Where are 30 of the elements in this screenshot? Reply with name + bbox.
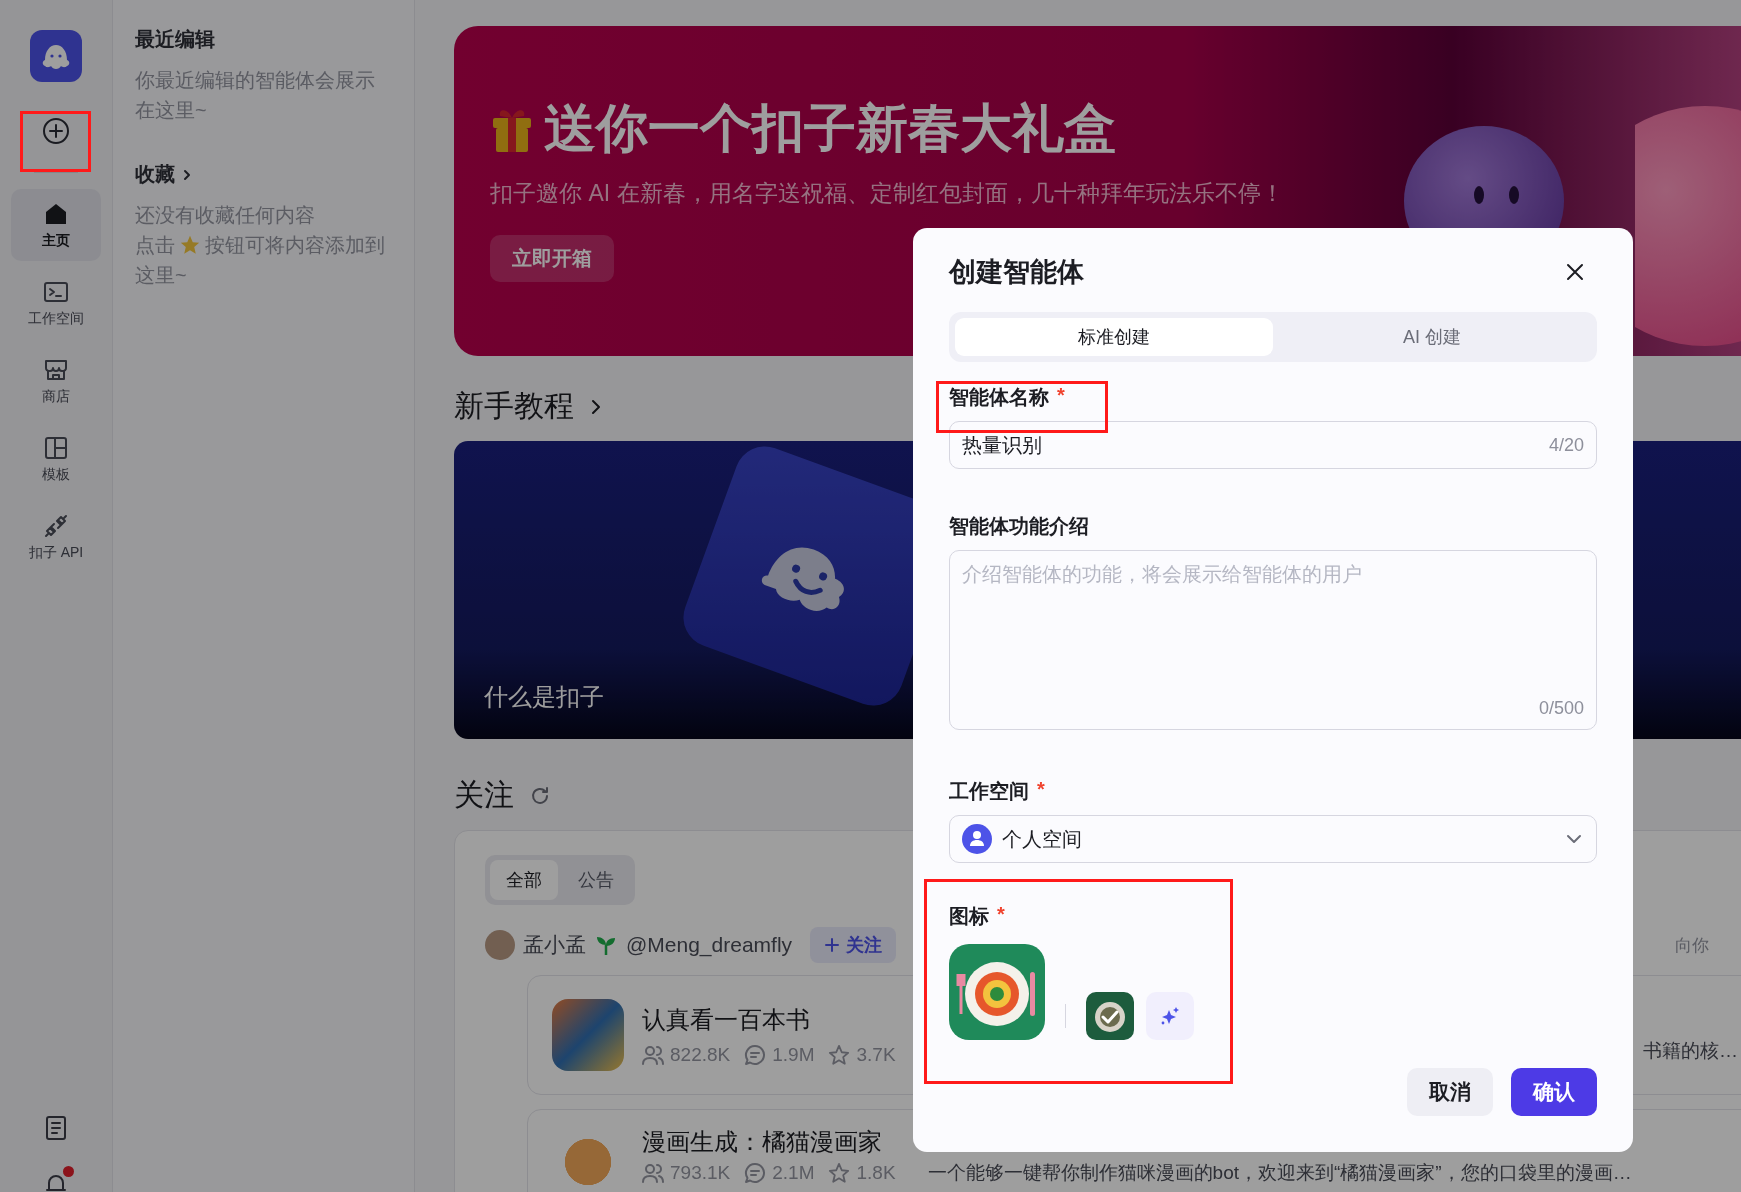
char-counter: 4/20 — [1548, 434, 1584, 456]
stat-count: 1.8K — [856, 1162, 896, 1184]
required-mark: * — [1037, 778, 1045, 802]
stat-count: 2.1M — [772, 1162, 815, 1184]
empty-text: 还没有收藏任何内容 — [135, 203, 316, 228]
banner-title: 送你一个扣子新春大礼盒 — [544, 98, 1116, 159]
section-heading: 关注 — [454, 777, 514, 813]
field-label: 工作空间 — [949, 779, 1029, 804]
stat-count: 3.7K — [856, 1044, 896, 1066]
field-label: 智能体名称 — [949, 385, 1049, 410]
stat-count: 1.9M — [772, 1044, 815, 1066]
dialog-title: 创建智能体 — [949, 256, 1084, 289]
recommend-text: 向你 — [1675, 934, 1709, 957]
empty-text: 你最近编辑的智能体会展示在这里~ — [135, 68, 376, 123]
bot-description: 书籍的核… — [1643, 1039, 1738, 1063]
hint-text: 点击 — [135, 233, 175, 258]
field-label: 图标 — [949, 904, 989, 929]
hint-text: 这里~ — [135, 263, 188, 288]
banner-subtitle: 扣子邀你 AI 在新春，用名字送祝福、定制红包封面，几十种拜年玩法乐不停！ — [490, 179, 1284, 208]
stat-count: 793.1K — [670, 1162, 731, 1184]
field-label: 智能体功能介绍 — [949, 514, 1089, 539]
hint-text: 按钮可将内容添加到 — [205, 233, 385, 258]
required-mark: * — [997, 903, 1005, 927]
bot-title: 认真看一百本书 — [642, 1005, 811, 1035]
section-title: 最近编辑 — [135, 27, 216, 52]
bot-title: 漫画生成：橘猫漫画家 — [642, 1127, 883, 1157]
char-counter: 0/500 — [1538, 698, 1584, 719]
required-mark: * — [1057, 384, 1065, 408]
stat-count: 822.8K — [670, 1044, 731, 1066]
bot-description: 一个能够一键帮你制作猫咪漫画的bot，欢迎来到“橘猫漫画家”，您的口袋里的漫画… — [927, 1161, 1632, 1185]
